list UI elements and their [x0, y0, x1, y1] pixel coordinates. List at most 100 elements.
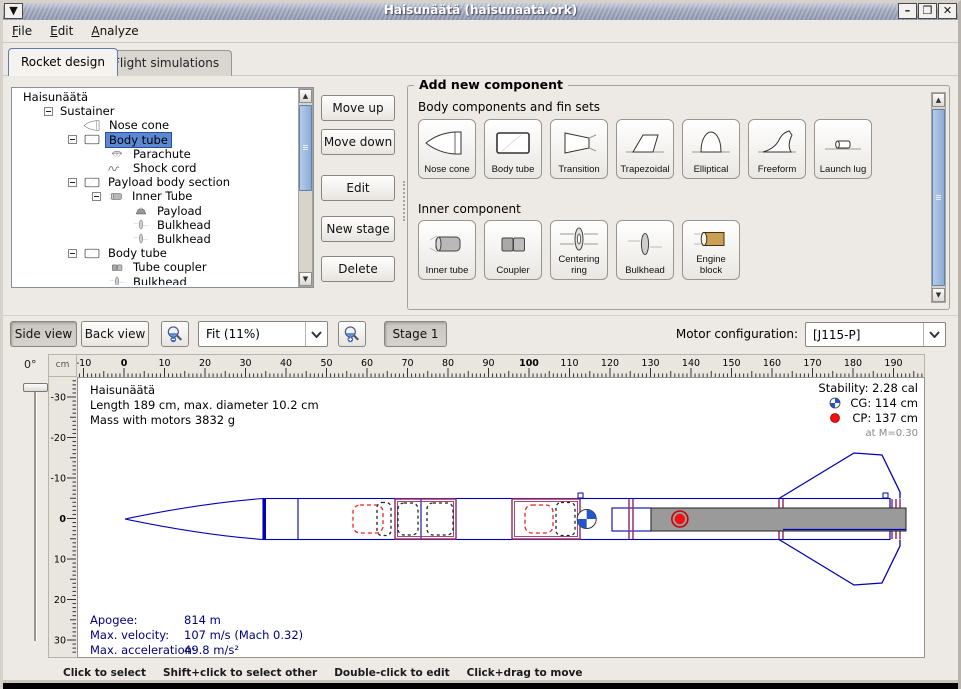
tree-expander-icon[interactable]	[68, 178, 77, 187]
tree-item-label: Shock cord	[130, 161, 199, 175]
move-down-button[interactable]: Move down	[321, 129, 395, 155]
new-stage-button[interactable]: New stage	[321, 216, 395, 242]
tree-item-body-tube[interactable]: Body tube	[14, 133, 296, 147]
tree-item-haisun-t-[interactable]: Haisunäätä	[14, 90, 296, 104]
minimize-button[interactable]: –	[898, 3, 917, 19]
maximize-button[interactable]: ❐	[918, 3, 937, 19]
launch-lug-icon	[820, 128, 866, 158]
add-centering-ring-button[interactable]: Centering ring	[550, 220, 608, 280]
zoom-select[interactable]: Fit (11%)	[198, 321, 328, 347]
horizontal-ruler: -100102030405060708090100110120130140150…	[77, 354, 925, 377]
component-scrollbar[interactable]: ▲ ▼	[931, 92, 946, 303]
component-tree[interactable]: HaisunäätäSustainerNose coneBody tubePar…	[11, 87, 314, 288]
launch-lug-shape[interactable]	[578, 493, 888, 498]
rocket-mass-label: Mass with motors 3832 g	[90, 413, 235, 427]
add-component-title: Add new component	[414, 77, 568, 92]
motor-configuration-select[interactable]: [J115-P]	[805, 322, 946, 347]
cp-value: CP: 137 cm	[852, 411, 918, 425]
transition-icon	[556, 128, 602, 158]
add-component-group: Add new component Body components and fi…	[407, 85, 950, 310]
add-elliptical-button[interactable]: Elliptical	[682, 119, 740, 179]
motor-shape[interactable]	[651, 508, 906, 531]
menu-edit[interactable]: Edit	[41, 20, 82, 38]
tree-item-payload-body-section[interactable]: Payload body section	[14, 175, 296, 189]
svg-text:160: 160	[763, 358, 781, 369]
tree-expander-icon[interactable]	[68, 135, 77, 144]
rocket-design-panel: HaisunäätäSustainerNose coneBody tubePar…	[3, 76, 958, 315]
svg-text:20: 20	[199, 358, 211, 369]
rotation-slider-thumb[interactable]	[23, 383, 48, 392]
tree-item-body-tube[interactable]: Body tube	[14, 246, 296, 260]
menu-file[interactable]: File	[3, 20, 41, 38]
parachute-icon	[106, 147, 128, 160]
tree-expander-icon[interactable]	[44, 107, 53, 116]
delete-button[interactable]: Delete	[321, 256, 395, 282]
svg-text:190: 190	[884, 358, 902, 369]
add-transition-button[interactable]: Transition	[550, 119, 608, 179]
nose-cone-shape	[125, 499, 263, 540]
component-button-row: Nose coneBody tubeTransitionTrapezoidalE…	[418, 119, 872, 179]
tree-item-nose-cone[interactable]: Nose cone	[14, 118, 296, 132]
chevron-down-icon[interactable]	[305, 322, 327, 346]
tree-item-parachute[interactable]: Parachute	[14, 147, 296, 161]
add-engine-block-button[interactable]: Engine block	[682, 220, 740, 280]
menu-analyze[interactable]: Analyze	[82, 20, 147, 38]
add-bulkhead-button[interactable]: Bulkhead	[616, 220, 674, 280]
tree-item-inner-tube[interactable]: Inner Tube	[14, 189, 296, 203]
tree-item-bulkhead[interactable]: Bulkhead	[14, 232, 296, 246]
app-window: Haisunäätä (haisunaata.ork) ▼ – ❐ ✕ File…	[0, 0, 961, 689]
zoom-in-button[interactable]	[338, 321, 366, 347]
edit-button[interactable]: Edit	[321, 175, 395, 201]
tree-expander-icon[interactable]	[92, 192, 101, 201]
rocket-canvas[interactable]: Haisunäätä Length 189 cm, max. diameter …	[77, 377, 925, 658]
scroll-up-icon[interactable]: ▲	[299, 89, 312, 103]
component-scrollbar-thumb[interactable]	[932, 109, 945, 286]
split-divider[interactable]	[403, 181, 405, 221]
cg-legend-icon	[830, 398, 840, 408]
stage-1-toggle[interactable]: Stage 1	[384, 321, 447, 347]
add-nose-cone-button[interactable]: Nose cone	[418, 119, 476, 179]
tree-expander-icon[interactable]	[68, 249, 77, 258]
svg-text:150: 150	[722, 358, 740, 369]
svg-text:40: 40	[280, 358, 292, 369]
mach-condition-label: at M=0.30	[866, 428, 919, 439]
add-body-tube-button[interactable]: Body tube	[484, 119, 542, 179]
tree-item-tube-coupler[interactable]: Tube coupler	[14, 260, 296, 274]
tree-scrollbar[interactable]: ▲ ▼	[298, 88, 313, 287]
add-inner-tube-button[interactable]: Inner tube	[418, 220, 476, 280]
window-menu-icon[interactable]: ▼	[4, 3, 23, 19]
scroll-down-icon[interactable]: ▼	[299, 272, 312, 286]
move-up-button[interactable]: Move up	[321, 95, 395, 121]
tree-item-bulkhead[interactable]: Bulkhead	[14, 218, 296, 232]
tree-item-bulkhead[interactable]: Bulkhead	[14, 274, 296, 285]
elliptical-fin-icon	[688, 128, 734, 158]
chevron-down-icon[interactable]	[923, 323, 945, 346]
close-button[interactable]: ✕	[938, 3, 957, 19]
rotation-slider-track[interactable]	[34, 387, 37, 641]
add-freeform-button[interactable]: Freeform	[748, 119, 806, 179]
add-coupler-button[interactable]: Coupler	[484, 220, 542, 280]
bulkhead-icon	[130, 232, 152, 245]
back-view-button[interactable]: Back view	[81, 321, 149, 347]
tree-scrollbar-thumb[interactable]	[299, 105, 312, 191]
tab-flight-simulations[interactable]: Flight simulations	[100, 50, 232, 76]
scroll-up-icon[interactable]: ▲	[932, 93, 945, 107]
add-launch-lug-button[interactable]: Launch lug	[814, 119, 872, 179]
zoom-out-button[interactable]	[161, 321, 189, 347]
svg-text:10: 10	[54, 555, 66, 566]
side-view-button[interactable]: Side view	[10, 321, 77, 347]
stability-value: Stability: 2.28 cal	[818, 381, 918, 395]
component-button-row: Inner tubeCouplerCentering ringBulkheadE…	[418, 220, 740, 280]
desktop-edge	[0, 683, 961, 689]
svg-text:140: 140	[682, 358, 700, 369]
tree-item-sustainer[interactable]: Sustainer	[14, 104, 296, 118]
hint-click-drag-to-move: Click+drag to move	[467, 667, 583, 679]
coupler-icon	[106, 261, 128, 274]
scroll-down-icon[interactable]: ▼	[932, 288, 945, 302]
tab-rocket-design[interactable]: Rocket design	[8, 48, 118, 76]
title-bar[interactable]: Haisunäätä (haisunaata.ork) ▼ – ❐ ✕	[3, 2, 958, 20]
tree-item-shock-cord[interactable]: Shock cord	[14, 161, 296, 175]
add-trapezoidal-button[interactable]: Trapezoidal	[616, 119, 674, 179]
tree-item-payload[interactable]: Payload	[14, 204, 296, 218]
component-button-label: Freeform	[758, 165, 797, 175]
